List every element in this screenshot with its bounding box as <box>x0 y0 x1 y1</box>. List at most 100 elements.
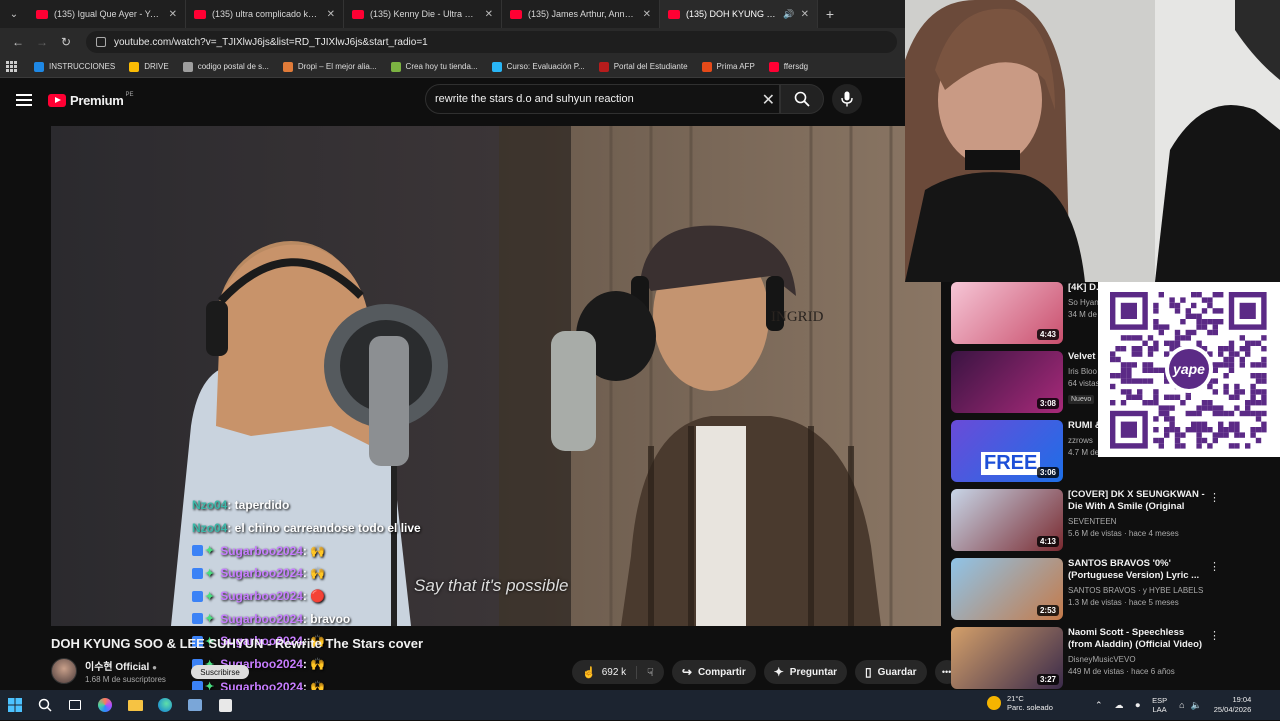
wifi-icon[interactable]: ⌂ <box>1179 700 1184 710</box>
video-thumbnail[interactable]: 4:13 <box>951 489 1063 551</box>
close-tab-icon[interactable]: ✕ <box>169 9 177 20</box>
video-duration: 3:06 <box>1036 467 1059 478</box>
tab-search-chevron-icon[interactable]: ⌄ <box>0 0 28 28</box>
chat-username: Sugarboo2024 <box>220 611 303 626</box>
recommendation-title[interactable]: SANTOS BRAVOS '0%' (Portuguese Version) … <box>1068 558 1208 582</box>
video-thumbnail[interactable]: 3:27 <box>951 627 1063 689</box>
reload-button[interactable]: ↻ <box>54 35 78 49</box>
video-thumbnail[interactable]: FREE 3:06 <box>951 420 1063 482</box>
recommendation-title[interactable]: Naomi Scott - Speechless (from Aladdin) … <box>1068 627 1208 651</box>
video-actions: ☝ 692 k ☟ ↪ Compartir ✦ Preguntar ▯ Guardar … <box>572 660 959 684</box>
app-icon-2[interactable] <box>210 690 240 720</box>
bookmark-icon: ▯ <box>865 665 872 679</box>
tab-title: (135) ultra complicado kenny d <box>212 9 321 19</box>
channel-name[interactable]: 이수현 Official <box>85 662 149 673</box>
browser-tab[interactable]: (135) DOH KYUNG SOO &🔊 ✕ <box>660 0 818 28</box>
channel-avatar[interactable] <box>51 658 77 684</box>
bookmark-item[interactable]: codigo postal de s... <box>182 61 269 72</box>
volume-icon[interactable]: 🔈 <box>1191 700 1202 711</box>
more-options-icon[interactable]: ⋮ <box>1209 491 1220 504</box>
recommendation-item[interactable]: 2:53 SANTOS BRAVOS '0%' (Portuguese Versi… <box>951 558 1280 624</box>
menu-icon[interactable] <box>16 94 32 106</box>
ask-button[interactable]: ✦ Preguntar <box>763 660 848 684</box>
youtube-premium-logo[interactable]: Premium PE <box>48 92 134 108</box>
chat-message: Nzo04: el chino carreandose todo el live <box>192 517 492 540</box>
taskbar-search-icon[interactable] <box>30 690 60 720</box>
mic-tray-icon[interactable]: ⏺ <box>1136 700 1141 711</box>
bookmark-item[interactable]: INSTRUCCIONES <box>34 61 116 72</box>
bookmark-item[interactable]: Curso: Evaluación P... <box>491 61 585 72</box>
chat-message: ✦ Sugarboo2024: 🔴 <box>192 585 492 608</box>
bookmark-label: Prima AFP <box>716 62 755 71</box>
browser-tab[interactable]: (135) Kenny Die - Ultra Complic ✕ <box>344 0 502 28</box>
copilot-icon[interactable] <box>90 690 120 720</box>
close-tab-icon[interactable]: ✕ <box>327 9 335 20</box>
bookmark-label: INSTRUCCIONES <box>49 62 116 71</box>
apps-grid-icon[interactable] <box>6 60 18 73</box>
lang-primary: ESP <box>1152 696 1168 705</box>
show-hidden-icons[interactable]: ⌃ <box>1095 700 1103 711</box>
bookmark-item[interactable]: Crea hoy tu tienda... <box>390 61 478 72</box>
recommendation-title[interactable]: [COVER] DK X SEUNGKWAN - Die With A Smil… <box>1068 489 1208 513</box>
video-player[interactable]: INGRID Say that it's possible <box>51 126 941 626</box>
network-tray-icon[interactable]: ☁ <box>1115 700 1124 711</box>
site-info-icon[interactable] <box>96 37 106 47</box>
webcam-image <box>905 0 1280 282</box>
system-clock[interactable]: 19:04 25/04/2026 <box>1214 695 1252 715</box>
chat-text: : taperdido <box>227 498 290 513</box>
chat-text: : bravoo <box>302 611 351 626</box>
subscriber-count: 1.68 M de suscriptores <box>85 675 166 684</box>
bookmark-item[interactable]: Prima AFP <box>701 61 755 72</box>
save-button[interactable]: ▯ Guardar <box>855 660 927 684</box>
badge-icon <box>192 545 203 557</box>
file-explorer-icon[interactable] <box>120 690 150 720</box>
bookmark-item[interactable]: Dropi – El mejor alia... <box>282 61 377 72</box>
windows-start-icon[interactable] <box>0 690 30 720</box>
new-tab-button[interactable]: + <box>818 6 842 22</box>
bookmark-item[interactable]: Portal del Estudiante <box>598 61 688 72</box>
back-button[interactable]: ← <box>6 35 30 49</box>
clock-time: 19:04 <box>1232 695 1252 704</box>
browser-tab[interactable]: (135) ultra complicado kenny d ✕ <box>186 0 344 28</box>
app-icon[interactable] <box>180 690 210 720</box>
browser-tab[interactable]: (135) Igual Que Ayer - YouTube ✕ <box>28 0 186 28</box>
more-options-icon[interactable]: ⋮ <box>1209 629 1220 642</box>
recommendation-item[interactable]: 3:27 Naomi Scott - Speechless (from Aladd… <box>951 627 1280 693</box>
video-thumbnail[interactable]: 4:43 <box>951 282 1063 344</box>
weather-widget[interactable]: 21°C Parc. soleado <box>987 694 1053 712</box>
input-language[interactable]: ESP LAA <box>1152 696 1167 714</box>
bookmark-item[interactable]: DRIVE <box>129 61 169 72</box>
share-button[interactable]: ↪ Compartir <box>671 660 756 684</box>
search-button[interactable] <box>780 84 824 114</box>
bookmark-item[interactable]: ffersdg <box>768 61 808 72</box>
search-input[interactable]: rewrite the stars d.o and suhyun reactio… <box>425 84 780 114</box>
audio-playing-icon[interactable]: 🔊 <box>783 9 794 20</box>
temperature: 21°C <box>1007 694 1024 703</box>
youtube-play-logo-icon <box>48 93 66 107</box>
more-options-icon[interactable]: ⋮ <box>1209 560 1220 573</box>
clear-search-icon[interactable]: ✕ <box>762 90 775 110</box>
browser-tab[interactable]: (135) James Arthur, Anne Marie ✕ <box>502 0 660 28</box>
dislike-button[interactable]: ☟ <box>637 666 664 679</box>
browser-toolbar: ← → ↻ youtube.com/watch?v=_TJIXlwJ6js&li… <box>0 28 905 56</box>
edge-icon[interactable] <box>150 690 180 720</box>
close-tab-icon[interactable]: ✕ <box>801 9 809 20</box>
chat-username: Sugarboo2024 <box>220 566 303 581</box>
video-duration: 4:13 <box>1036 536 1059 547</box>
forward-button[interactable]: → <box>30 35 54 49</box>
tab-title: (135) DOH KYUNG SOO & <box>686 9 780 19</box>
like-button[interactable]: ☝ 692 k <box>572 665 638 679</box>
webcam-overlay <box>905 0 1280 282</box>
recommendation-item[interactable]: 4:13 [COVER] DK X SEUNGKWAN - Die With A … <box>951 489 1280 555</box>
badge-icon <box>192 567 203 579</box>
voice-search-button[interactable] <box>832 84 862 114</box>
address-bar[interactable]: youtube.com/watch?v=_TJIXlwJ6js&list=RD_… <box>86 31 897 53</box>
like-dislike-group: ☝ 692 k ☟ <box>572 660 664 684</box>
video-thumbnail[interactable]: 3:08 <box>951 351 1063 413</box>
close-tab-icon[interactable]: ✕ <box>485 9 493 20</box>
bookmark-favicon-icon <box>34 61 44 72</box>
subscribe-button[interactable]: Suscribirse <box>191 665 249 679</box>
video-thumbnail[interactable]: 2:53 <box>951 558 1063 620</box>
task-view-icon[interactable] <box>60 690 90 720</box>
close-tab-icon[interactable]: ✕ <box>643 9 651 20</box>
